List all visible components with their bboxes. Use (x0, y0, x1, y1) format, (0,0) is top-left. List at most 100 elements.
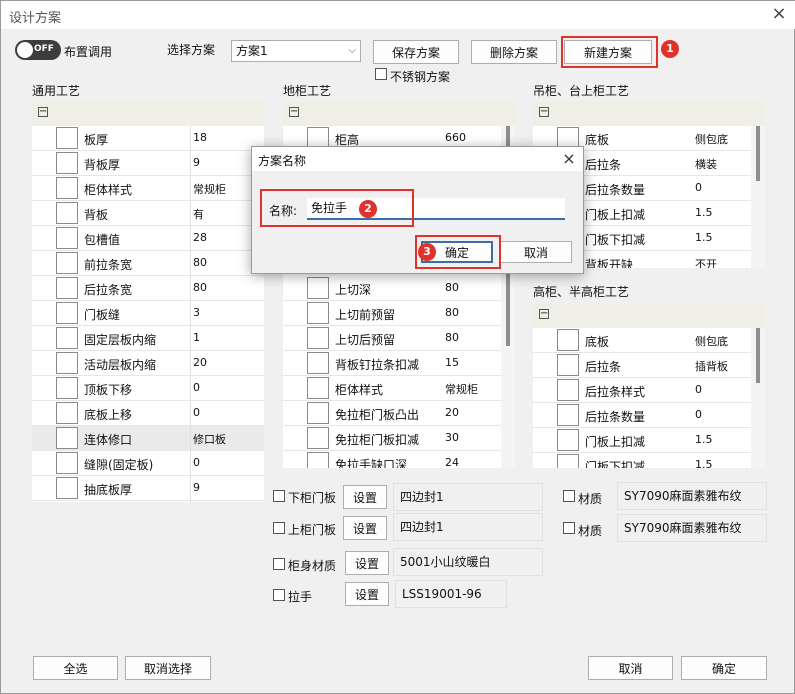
cancel-button[interactable]: 取消 (588, 656, 673, 680)
table-row[interactable]: 后拉条样式 0 (533, 378, 751, 403)
hanging-scrollbar[interactable] (751, 126, 765, 268)
table-row[interactable]: 底板 侧包底 (533, 328, 751, 353)
table-row[interactable]: 背板厚 9 (32, 151, 264, 176)
row-checkbox[interactable] (557, 404, 579, 426)
scheme-select[interactable]: 方案1 ⌵ (231, 40, 361, 62)
row-value[interactable]: 0 (193, 381, 200, 394)
row-checkbox[interactable] (56, 352, 78, 374)
row-value[interactable]: 常规柜 (193, 181, 226, 197)
row-checkbox[interactable] (307, 377, 329, 399)
row-checkbox[interactable] (557, 379, 579, 401)
table-row[interactable]: 门板上扣减 1.5 (533, 428, 751, 453)
row-checkbox[interactable] (56, 302, 78, 324)
table-row[interactable]: 抽底板厚 9 (32, 476, 264, 501)
upper-door-set-button[interactable]: 设置 (343, 516, 387, 540)
table-row[interactable]: 门板缝 3 (32, 301, 264, 326)
table-row[interactable]: 板厚 18 (32, 126, 264, 151)
row-checkbox[interactable] (307, 327, 329, 349)
row-value[interactable]: 18 (193, 131, 207, 144)
row-value[interactable]: 侧包底 (695, 333, 728, 349)
table-row[interactable]: 门板下扣减 1.5 (533, 453, 751, 468)
select-all-button[interactable]: 全选 (33, 656, 118, 680)
collapse-icon[interactable]: − (38, 107, 48, 117)
row-value[interactable]: 80 (193, 281, 207, 294)
table-row[interactable]: 缝隙(固定板) 0 (32, 451, 264, 476)
row-checkbox[interactable] (307, 427, 329, 449)
row-checkbox[interactable] (56, 202, 78, 224)
row-value[interactable]: 横装 (695, 156, 717, 172)
row-value[interactable]: 660 (445, 131, 466, 144)
row-checkbox[interactable] (56, 452, 78, 474)
table-row[interactable]: 背板 有 (32, 201, 264, 226)
collapse-icon[interactable]: − (539, 107, 549, 117)
dialog-cancel-button[interactable]: 取消 (500, 241, 572, 263)
row-checkbox[interactable] (56, 252, 78, 274)
lower-door-set-button[interactable]: 设置 (343, 485, 387, 509)
table-row[interactable]: 免拉柜门板凸出 20 (283, 401, 501, 426)
row-checkbox[interactable] (307, 352, 329, 374)
row-value[interactable]: 80 (193, 256, 207, 269)
table-row[interactable]: 后拉条宽 80 (32, 276, 264, 301)
body-material-checkbox[interactable] (273, 558, 285, 570)
row-value[interactable]: 1.5 (695, 231, 713, 244)
handle-set-button[interactable]: 设置 (345, 582, 389, 606)
hanging-scroll-thumb[interactable] (756, 126, 760, 181)
row-value[interactable]: 有 (193, 206, 204, 222)
collapse-icon[interactable]: − (539, 309, 549, 319)
row-value[interactable]: 9 (193, 481, 200, 494)
row-value[interactable]: 0 (695, 383, 702, 396)
hanging-material-checkbox[interactable] (563, 490, 575, 502)
layout-toggle[interactable]: OFF (15, 40, 61, 60)
tall-material-checkbox[interactable] (563, 522, 575, 534)
row-value[interactable]: 0 (193, 456, 200, 469)
row-value[interactable]: 15 (445, 356, 459, 369)
row-checkbox[interactable] (56, 402, 78, 424)
ok-button[interactable]: 确定 (681, 656, 767, 680)
row-value[interactable]: 9 (193, 156, 200, 169)
table-row[interactable]: 上切前预留 80 (283, 301, 501, 326)
delete-scheme-button[interactable]: 删除方案 (471, 40, 557, 64)
row-value[interactable]: 侧包底 (695, 131, 728, 147)
row-value[interactable]: 3 (193, 306, 200, 319)
row-value[interactable]: 30 (445, 431, 459, 444)
lower-door-checkbox[interactable] (273, 490, 285, 502)
row-value[interactable]: 1.5 (695, 458, 713, 468)
table-row[interactable]: 包槽值 28 (32, 226, 264, 251)
row-value[interactable]: 不开 (695, 256, 717, 268)
row-value[interactable]: 插背板 (695, 358, 728, 374)
tall-scroll-thumb[interactable] (756, 328, 760, 383)
handle-checkbox[interactable] (273, 589, 285, 601)
row-checkbox[interactable] (307, 452, 329, 468)
row-checkbox[interactable] (307, 277, 329, 299)
row-checkbox[interactable] (307, 402, 329, 424)
row-checkbox[interactable] (56, 177, 78, 199)
table-row[interactable]: 活动层板内缩 20 (32, 351, 264, 376)
row-value[interactable]: 20 (193, 356, 207, 369)
row-checkbox[interactable] (56, 327, 78, 349)
row-checkbox[interactable] (56, 477, 78, 499)
row-value[interactable]: 1.5 (695, 433, 713, 446)
row-checkbox[interactable] (56, 127, 78, 149)
row-value[interactable]: 0 (695, 181, 702, 194)
row-checkbox[interactable] (56, 277, 78, 299)
table-row[interactable]: 顶板下移 0 (32, 376, 264, 401)
table-row[interactable]: 上切深 80 (283, 276, 501, 301)
table-row[interactable]: 免拉柜门板扣减 30 (283, 426, 501, 451)
row-value[interactable]: 修口板 (193, 431, 226, 447)
row-checkbox[interactable] (56, 377, 78, 399)
row-checkbox[interactable] (557, 429, 579, 451)
stainless-checkbox[interactable] (375, 68, 387, 80)
table-row[interactable]: 柜体样式 常规柜 (32, 176, 264, 201)
table-row[interactable]: 底板上移 0 (32, 401, 264, 426)
row-value[interactable]: 24 (445, 456, 459, 468)
row-value[interactable]: 常规柜 (445, 381, 478, 397)
tall-scrollbar[interactable] (751, 328, 765, 468)
body-material-set-button[interactable]: 设置 (345, 551, 389, 575)
row-checkbox[interactable] (307, 302, 329, 324)
clear-selection-button[interactable]: 取消选择 (125, 656, 211, 680)
row-value[interactable]: 1.5 (695, 206, 713, 219)
row-checkbox[interactable] (56, 427, 78, 449)
dialog-close-icon[interactable]: × (558, 147, 580, 171)
row-value[interactable]: 80 (445, 281, 459, 294)
row-value[interactable]: 1 (193, 331, 200, 344)
